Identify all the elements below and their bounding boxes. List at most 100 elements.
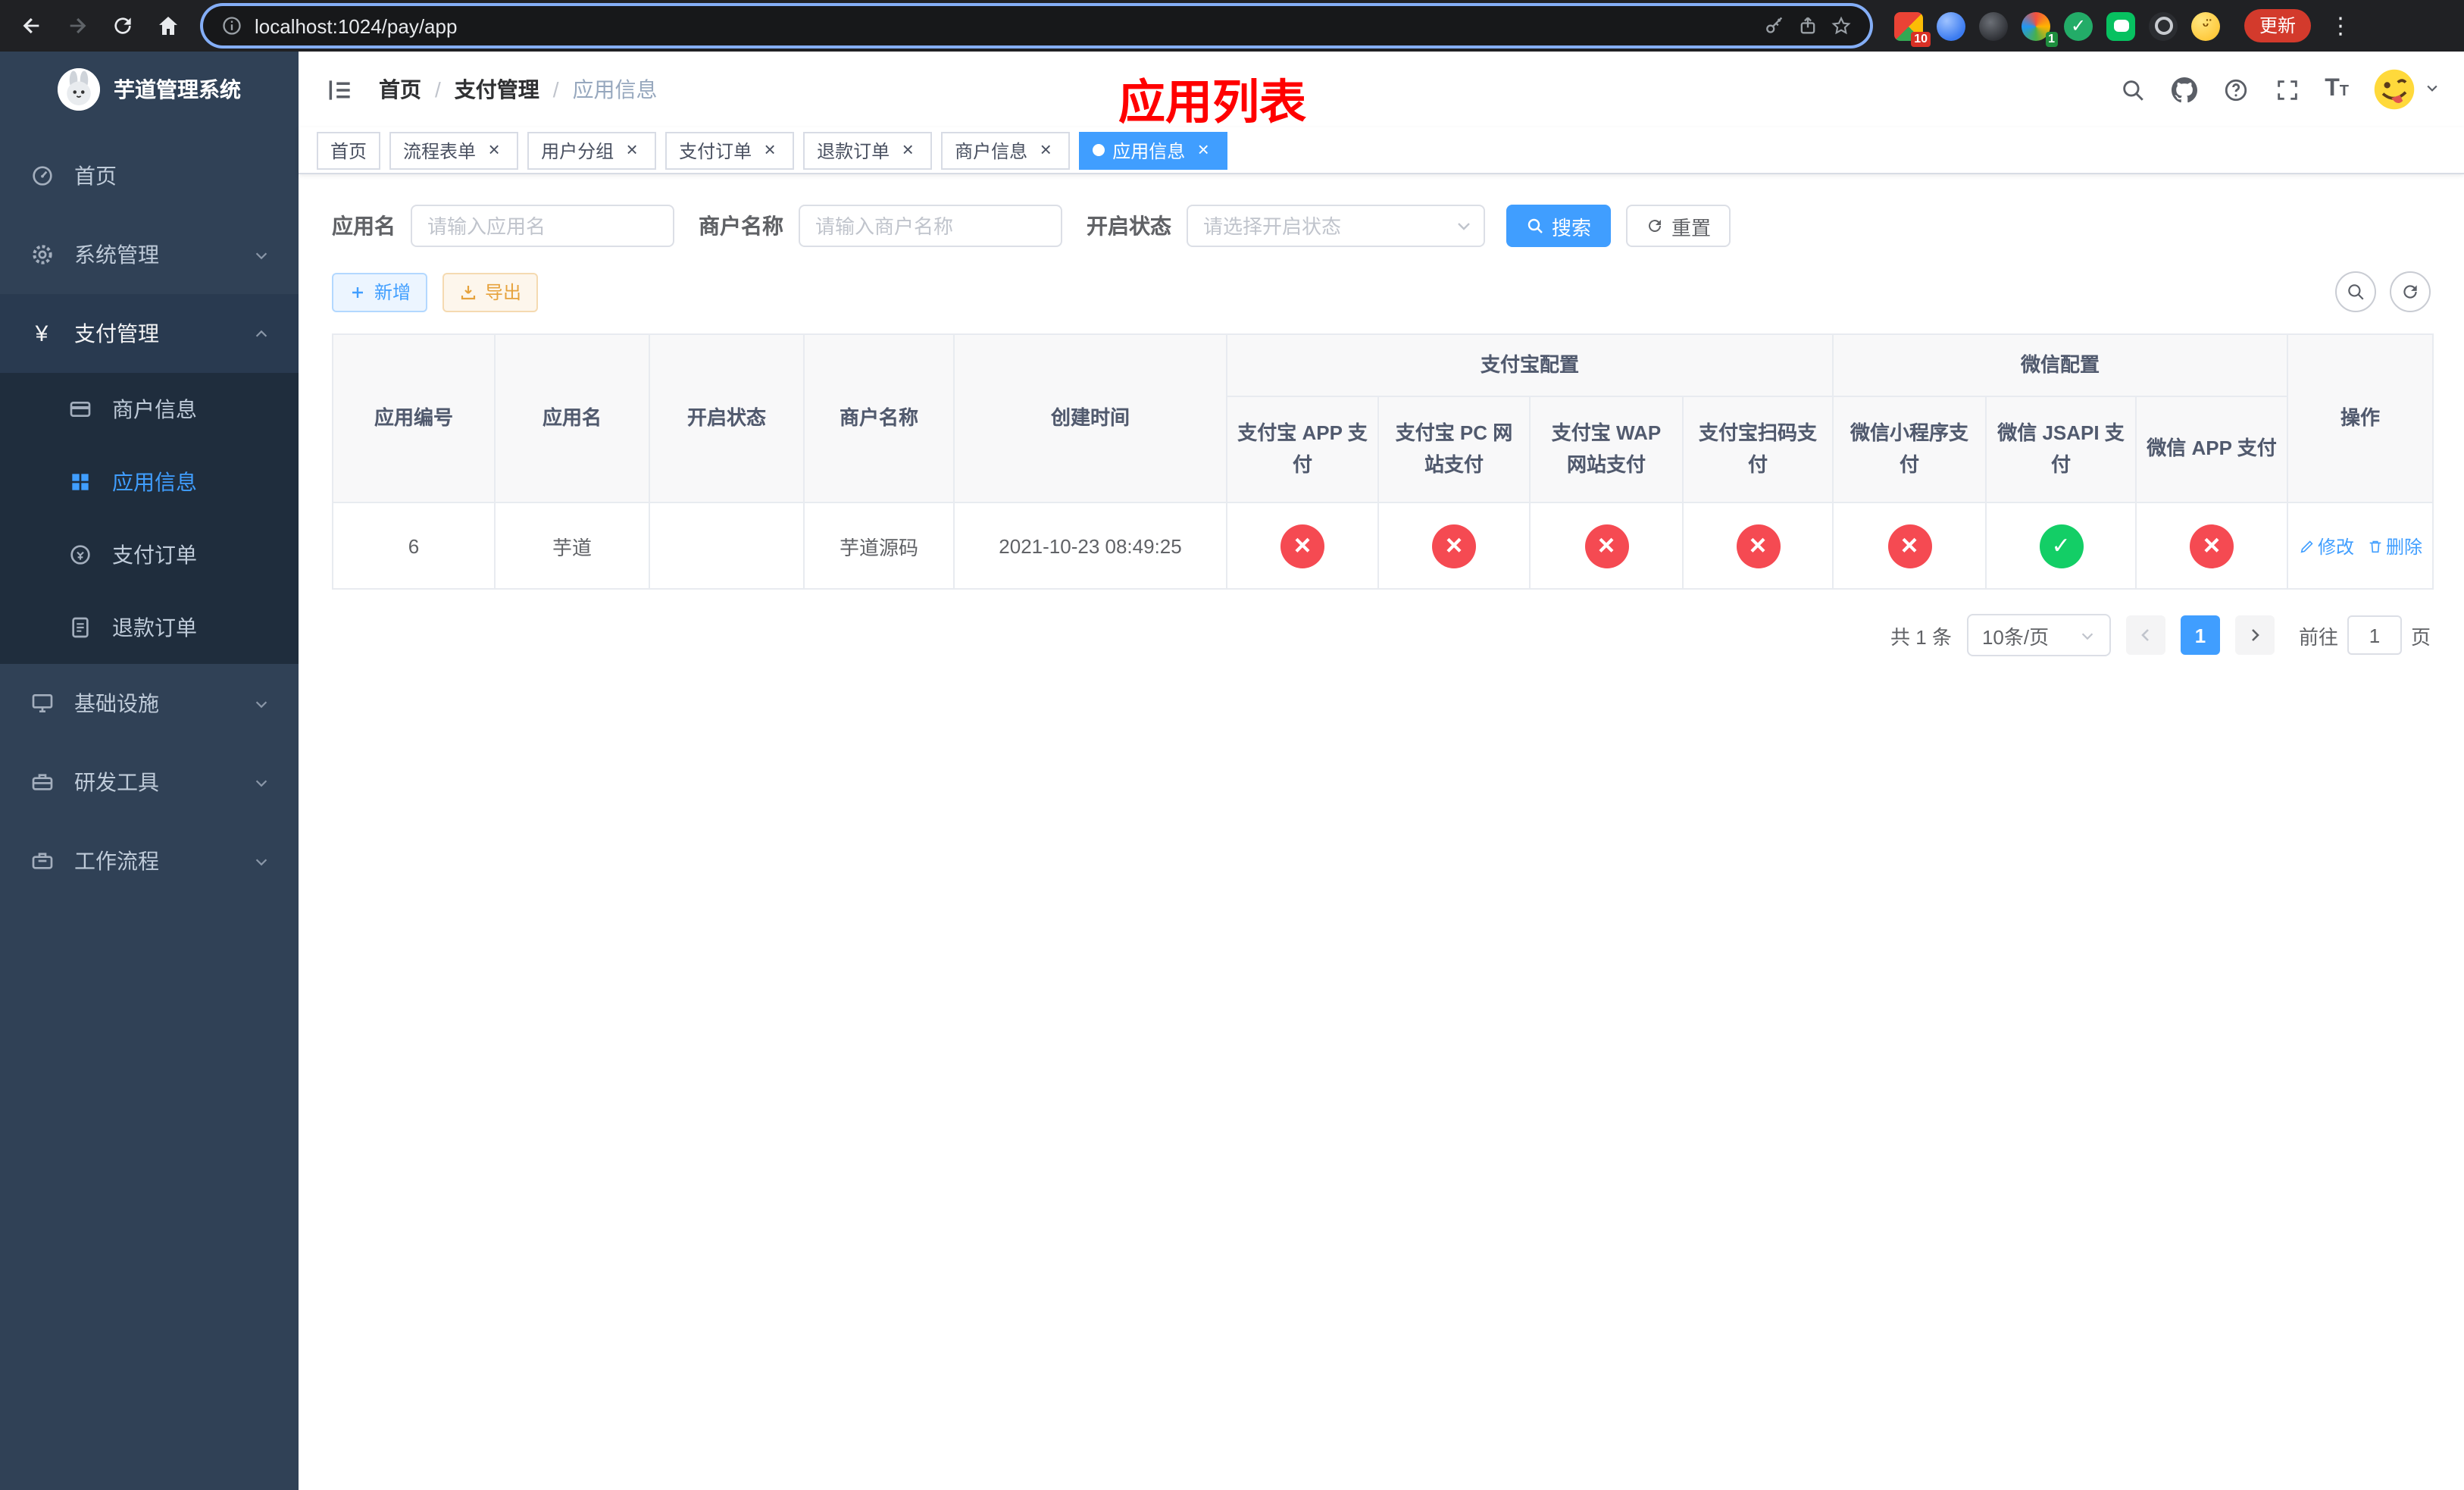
tab-home[interactable]: 首页 [317,131,381,169]
table-tools [2335,271,2431,312]
browser-toolbar: localhost:1024/pay/app 10 1 更新 ⋮ [0,0,2464,52]
extension-icon-blue[interactable] [1937,11,1965,40]
sidebar-item-label: 支付管理 [74,321,159,346]
sidebar-item-system[interactable]: 系统管理 [0,215,299,294]
app-title: 芋道管理系统 [114,77,241,102]
extension-icon-dark-sphere[interactable] [1979,11,2008,40]
payment-submenu: 商户信息 应用信息 支付订单 退款订单 [0,373,299,664]
browser-back-button[interactable] [12,6,52,45]
reset-button-label: 重置 [1671,216,1712,239]
order-circle-icon [67,542,92,568]
sidebar-item-label: 退款订单 [112,615,197,640]
tab-label: 支付订单 [679,140,752,161]
font-size-icon[interactable] [2325,76,2349,103]
export-button[interactable]: 导出 [442,272,539,311]
sidebar-item-dev-tools[interactable]: 研发工具 [0,743,299,822]
sidebar-item-payment[interactable]: ¥ 支付管理 [0,294,299,373]
browser-home-button[interactable] [149,6,188,45]
add-button[interactable]: 新增 [332,272,428,311]
browser-menu-icon[interactable]: ⋮ [2329,12,2352,39]
app-name-input[interactable] [411,205,674,247]
sidebar-item-app-info[interactable]: 应用信息 [0,446,299,518]
sidebar-toggle-icon[interactable] [323,73,356,106]
share-icon[interactable] [1797,15,1818,36]
help-icon[interactable] [2222,75,2250,104]
prev-page-button[interactable] [2125,615,2165,655]
tabs-bar: 首页 流程表单 × 用户分组 × 支付订单 × 退款订单 × 商户信息 × 应用信息 × [299,127,2464,174]
extension-icon-emoji[interactable] [2191,11,2220,40]
extension-icon-colorwheel[interactable]: 1 [2022,11,2058,46]
hide-search-button[interactable] [2335,271,2376,312]
reset-button[interactable]: 重置 [1626,205,1731,247]
sidebar-item-label: 工作流程 [74,849,159,873]
extension-icon-green-check[interactable] [2064,11,2093,40]
page-annotation: 应用列表 [1118,76,1306,129]
active-tab-dot [1093,144,1105,156]
extension-icon-wechat[interactable] [2106,11,2135,40]
app-logo[interactable]: 芋道管理系统 [0,52,299,127]
cell-create-time: 2021-10-23 08:49:25 [953,502,1227,590]
col-group-wechat: 微信配置 [1832,333,2289,397]
sidebar-item-label: 应用信息 [112,470,197,494]
cell-status [649,502,805,590]
search-icon[interactable] [2118,75,2147,104]
fullscreen-icon[interactable] [2273,75,2302,104]
sidebar-item-refund-orders[interactable]: 退款订单 [0,591,299,664]
bookmark-star-icon[interactable] [1831,15,1852,36]
status-select-input[interactable] [1187,205,1485,247]
col-wx-jsapi: 微信 JSAPI 支付 [1985,396,2137,503]
page-size-select[interactable]: 10条/页 [1966,614,2111,656]
refresh-button[interactable] [2390,271,2431,312]
payment-status-icon [1736,524,1780,568]
goto-label: 前往 [2298,625,2338,648]
search-button[interactable]: 搜索 [1506,205,1612,247]
tab-label: 首页 [330,140,367,161]
tab-merchant-info[interactable]: 商户信息 × [941,131,1071,169]
browser-forward-button[interactable] [58,6,97,45]
page-number-button[interactable]: 1 [2180,615,2220,655]
goto-page-input[interactable] [2347,615,2402,655]
tab-close-icon[interactable]: × [1035,139,1056,161]
tab-close-icon[interactable]: × [621,139,643,161]
navbar-actions [2118,67,2440,112]
browser-reload-button[interactable] [103,6,142,45]
extension-icon-grid[interactable]: 10 [1894,11,1931,46]
pagination: 共 1 条 10条/页 1 前往 页 [332,614,2431,656]
merchant-name-input[interactable] [799,205,1062,247]
goto-page: 前往 页 [2299,615,2431,655]
browser-update-button[interactable]: 更新 [2244,9,2312,42]
col-merchant-name: 商户名称 [803,333,955,503]
delete-link-label: 删除 [2386,536,2423,557]
site-info-icon[interactable] [221,15,242,36]
sidebar-item-workflow[interactable]: 工作流程 [0,822,299,900]
user-menu[interactable] [2372,67,2440,112]
sidebar-item-infrastructure[interactable]: 基础设施 [0,664,299,743]
password-key-icon[interactable] [1764,15,1785,36]
tab-process-form[interactable]: 流程表单 × [389,131,519,169]
status-select[interactable] [1187,205,1485,247]
url-text[interactable]: localhost:1024/pay/app [255,14,1752,37]
tab-close-icon[interactable]: × [897,139,918,161]
cell-alipay-wap [1529,502,1684,590]
sidebar-item-home[interactable]: 首页 [0,136,299,215]
breadcrumb-payment[interactable]: 支付管理 [455,74,539,105]
sidebar-item-merchant-info[interactable]: 商户信息 [0,373,299,446]
breadcrumb-separator: / [552,77,559,102]
tab-close-icon[interactable]: × [759,139,780,161]
tab-refund-orders[interactable]: 退款订单 × [803,131,933,169]
breadcrumb-home[interactable]: 首页 [379,74,421,105]
col-alipay-qr: 支付宝扫码支付 [1681,396,1834,503]
delete-link[interactable]: 删除 [2366,533,2422,559]
tab-app-info[interactable]: 应用信息 × [1079,131,1228,169]
address-bar[interactable]: localhost:1024/pay/app [203,6,1870,45]
payment-status-icon [2190,524,2234,568]
extension-icon-dark[interactable] [2149,11,2178,40]
sidebar-item-payment-orders[interactable]: 支付订单 [0,518,299,591]
next-page-button[interactable] [2234,615,2275,655]
github-icon[interactable] [2170,75,2199,104]
tab-user-group[interactable]: 用户分组 × [527,131,657,169]
tab-payment-orders[interactable]: 支付订单 × [665,131,795,169]
tab-close-icon[interactable]: × [1193,139,1214,161]
edit-link[interactable]: 修改 [2298,533,2354,559]
tab-close-icon[interactable]: × [483,139,505,161]
